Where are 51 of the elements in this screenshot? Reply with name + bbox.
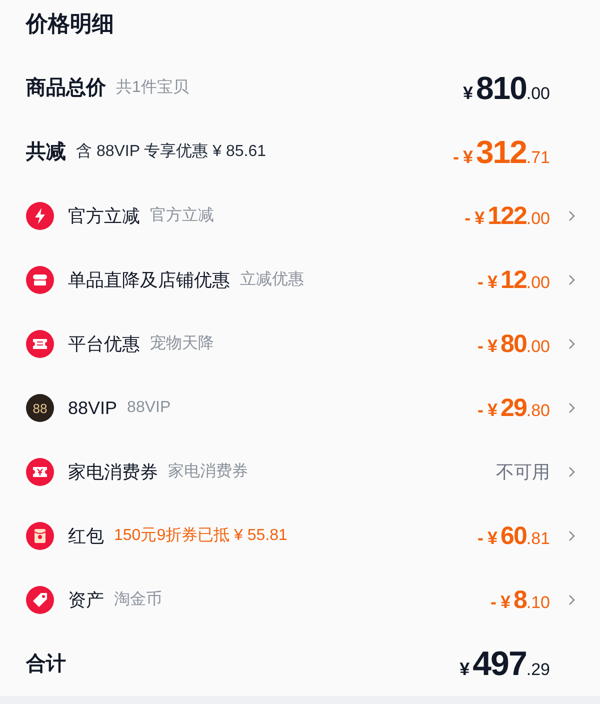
- row-note: 官方立减: [150, 206, 214, 226]
- discount-row[interactable]: 家电消费券 家电消费券 不可用: [0, 440, 600, 504]
- row-label: 平台优惠: [68, 332, 140, 356]
- chevron-right-icon: [568, 210, 576, 222]
- section-title: 价格明细: [26, 10, 114, 38]
- price: ¥497.29: [460, 647, 550, 681]
- row-note: 含 88VIP 专享优惠 ¥ 85.61: [76, 142, 266, 162]
- row-label: 商品总价: [26, 76, 106, 101]
- row-label: 共减: [26, 140, 66, 165]
- chevron-right-icon: [568, 338, 576, 350]
- discount-row[interactable]: 红包 150元9折券已抵 ¥ 55.81 - ¥60.81: [0, 504, 600, 568]
- ticket-icon: [26, 330, 54, 358]
- status-text: 不可用: [496, 460, 550, 484]
- row-label: 单品直降及店铺优惠: [68, 268, 230, 292]
- row-label: 红包: [68, 524, 104, 548]
- price: - ¥8.10: [490, 588, 550, 612]
- row-note: 150元9折券已抵 ¥ 55.81: [114, 526, 288, 546]
- chevron-right-icon: [568, 530, 576, 542]
- row-label: 家电消费券: [68, 460, 158, 484]
- row-note: 宠物天降: [150, 334, 214, 354]
- chevron-right-icon: [568, 466, 576, 478]
- price: - ¥12.00: [478, 268, 550, 292]
- row-note: 共1件宝贝: [116, 78, 189, 98]
- discount-row[interactable]: 单品直降及店铺优惠 立减优惠 - ¥12.00: [0, 248, 600, 312]
- chevron-right-icon: [568, 402, 576, 414]
- discount-row[interactable]: 平台优惠 宠物天降 - ¥80.00: [0, 312, 600, 376]
- lightning-icon: [26, 202, 54, 230]
- row-note: 淘金币: [114, 590, 162, 610]
- discount-row[interactable]: 88 88VIP 88VIP - ¥29.80: [0, 376, 600, 440]
- discount-row[interactable]: 官方立减 官方立减 - ¥122.00: [0, 184, 600, 248]
- chevron-right-icon: [568, 594, 576, 606]
- chevron-right-icon: [568, 274, 576, 286]
- row-note: 立减优惠: [240, 270, 304, 290]
- price: - ¥312.71: [452, 136, 550, 168]
- price: - ¥122.00: [464, 204, 550, 228]
- row-label: 88VIP: [68, 396, 118, 420]
- vip-badge-icon: 88: [26, 394, 54, 422]
- price: - ¥60.81: [478, 524, 550, 548]
- price: - ¥80.00: [478, 332, 550, 356]
- store-icon: [26, 266, 54, 294]
- discount-row[interactable]: 资产 淘金币 - ¥8.10: [0, 568, 600, 632]
- price: - ¥29.80: [478, 396, 550, 420]
- tag-icon: [26, 586, 54, 614]
- row-label: 资产: [68, 588, 104, 612]
- total-label: 合计: [26, 652, 66, 677]
- row-note: 88VIP: [127, 398, 171, 418]
- price: ¥810.00: [462, 72, 550, 104]
- coupon-icon: [26, 458, 54, 486]
- envelope-icon: [26, 522, 54, 550]
- row-note: 家电消费券: [168, 462, 248, 482]
- row-label: 官方立减: [68, 204, 140, 228]
